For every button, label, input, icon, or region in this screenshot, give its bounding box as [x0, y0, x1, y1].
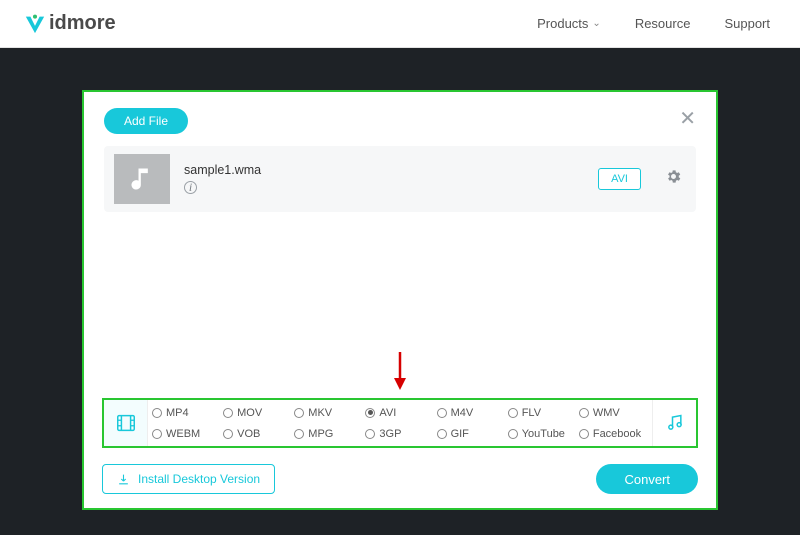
format-option-facebook[interactable]: Facebook — [579, 428, 648, 440]
top-nav: Products ⌄ Resource Support — [537, 16, 770, 31]
format-option-avi[interactable]: AVI — [365, 407, 434, 419]
format-label: AVI — [379, 407, 396, 419]
file-row: sample1.wma i AVI — [104, 146, 696, 212]
close-icon[interactable]: ✕ — [679, 106, 696, 131]
file-info: sample1.wma i — [184, 163, 584, 196]
film-icon — [115, 412, 137, 434]
radio-icon — [365, 429, 375, 439]
format-options: MP4 MOV MKV AVI M4V FLV WMV WEBM VOB MPG 3GP GIF You… — [148, 400, 652, 446]
nav-products-label: Products — [537, 16, 588, 31]
converter-panel: ✕ Add File sample1.wma i AVI MP4 MOV MKV AV… — [82, 90, 718, 510]
video-formats-tab[interactable] — [104, 400, 148, 446]
format-label: WMV — [593, 407, 620, 419]
radio-icon — [579, 429, 589, 439]
file-name: sample1.wma — [184, 163, 584, 177]
download-icon — [117, 473, 130, 486]
format-bar: MP4 MOV MKV AVI M4V FLV WMV WEBM VOB MPG 3GP GIF You… — [102, 398, 698, 448]
info-icon[interactable]: i — [184, 181, 197, 194]
radio-icon — [223, 429, 233, 439]
install-desktop-label: Install Desktop Version — [138, 472, 260, 486]
format-option-vob[interactable]: VOB — [223, 428, 292, 440]
format-option-wmv[interactable]: WMV — [579, 407, 648, 419]
output-format-button[interactable]: AVI — [598, 168, 641, 190]
format-label: MOV — [237, 407, 262, 419]
topbar: idmore Products ⌄ Resource Support — [0, 0, 800, 48]
nav-resource[interactable]: Resource — [635, 16, 691, 31]
format-option-3gp[interactable]: 3GP — [365, 428, 434, 440]
radio-icon — [508, 408, 518, 418]
radio-icon — [223, 408, 233, 418]
format-label: MKV — [308, 407, 332, 419]
format-label: VOB — [237, 428, 260, 440]
format-option-mkv[interactable]: MKV — [294, 407, 363, 419]
radio-icon — [508, 429, 518, 439]
logo-mark-icon — [24, 13, 46, 35]
format-option-m4v[interactable]: M4V — [437, 407, 506, 419]
format-label: Facebook — [593, 428, 641, 440]
annotation-arrow-icon — [393, 350, 407, 395]
chevron-down-icon: ⌄ — [592, 18, 600, 29]
radio-icon — [437, 408, 447, 418]
radio-icon — [437, 429, 447, 439]
format-option-mp4[interactable]: MP4 — [152, 407, 221, 419]
music-note-icon — [128, 165, 156, 193]
bottom-row: Install Desktop Version Convert — [102, 464, 698, 494]
logo[interactable]: idmore — [24, 12, 116, 35]
convert-button[interactable]: Convert — [596, 464, 698, 494]
format-label: MPG — [308, 428, 333, 440]
radio-icon — [294, 429, 304, 439]
format-option-youtube[interactable]: YouTube — [508, 428, 577, 440]
format-label: M4V — [451, 407, 474, 419]
format-label: YouTube — [522, 428, 565, 440]
format-option-mov[interactable]: MOV — [223, 407, 292, 419]
radio-icon — [152, 429, 162, 439]
gear-icon[interactable] — [665, 168, 682, 190]
format-label: FLV — [522, 407, 541, 419]
nav-products[interactable]: Products ⌄ — [537, 16, 601, 31]
format-label: 3GP — [379, 428, 401, 440]
music-icon — [665, 413, 685, 433]
radio-icon — [365, 408, 375, 418]
install-desktop-button[interactable]: Install Desktop Version — [102, 464, 275, 494]
format-label: MP4 — [166, 407, 189, 419]
format-option-webm[interactable]: WEBM — [152, 428, 221, 440]
format-option-flv[interactable]: FLV — [508, 407, 577, 419]
logo-text: idmore — [49, 12, 116, 35]
radio-icon — [294, 408, 304, 418]
format-option-mpg[interactable]: MPG — [294, 428, 363, 440]
radio-icon — [152, 408, 162, 418]
add-file-button[interactable]: Add File — [104, 108, 188, 134]
format-label: WEBM — [166, 428, 200, 440]
format-option-gif[interactable]: GIF — [437, 428, 506, 440]
format-label: GIF — [451, 428, 469, 440]
nav-support[interactable]: Support — [724, 16, 770, 31]
radio-icon — [579, 408, 589, 418]
file-thumbnail — [114, 154, 170, 204]
audio-formats-tab[interactable] — [652, 400, 696, 446]
